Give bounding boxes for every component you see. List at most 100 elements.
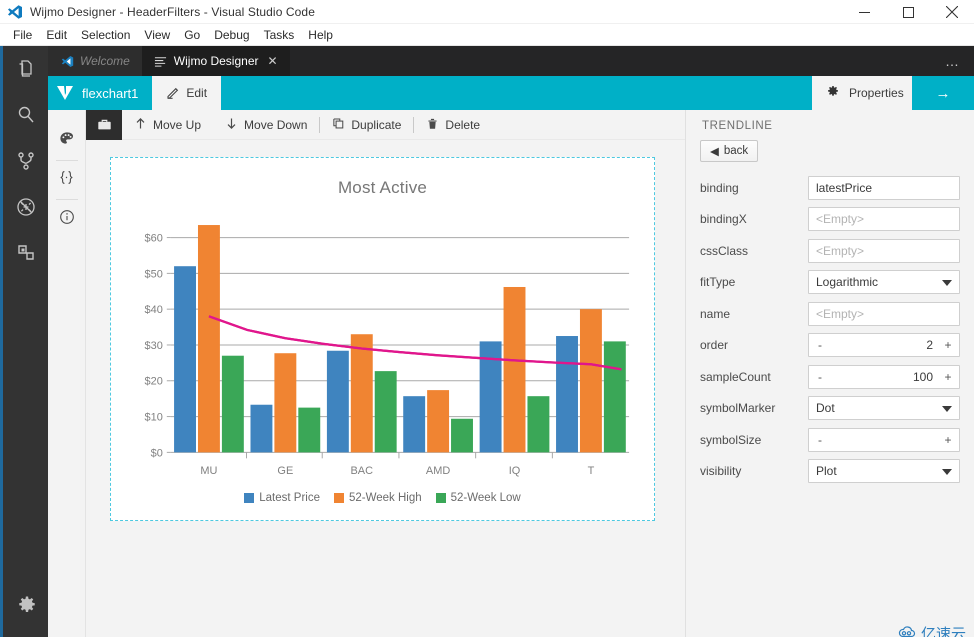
- debug-no-icon: [15, 196, 37, 218]
- designer-toolbar: Move Up Move Down Duplicate Delete: [86, 109, 685, 140]
- property-value: Plot: [808, 459, 960, 484]
- tab-welcome[interactable]: Welcome: [48, 46, 142, 76]
- visibility-select[interactable]: Plot: [808, 459, 960, 484]
- flexchart[interactable]: Most Active $60 $50 $40 $30 $20 $10 $0 L…: [113, 160, 652, 518]
- activity-item-source-control[interactable]: [3, 138, 48, 184]
- legend-label: 52-Week High: [348, 492, 422, 504]
- menu-item-selection[interactable]: Selection: [74, 26, 137, 44]
- svg-text:$50: $50: [145, 268, 163, 280]
- chevron-down-icon: [942, 469, 952, 476]
- chevron-down-icon: [942, 406, 952, 413]
- menu-item-tasks[interactable]: Tasks: [257, 26, 302, 44]
- menu-item-edit[interactable]: Edit: [39, 26, 74, 44]
- gear-icon: [16, 595, 38, 622]
- legend-item[interactable]: 52-Week High: [333, 492, 422, 504]
- increment-button[interactable]: +: [937, 370, 959, 384]
- menu-item-file[interactable]: File: [6, 26, 39, 44]
- copy-icon: [332, 117, 345, 133]
- legend-swatch: [244, 493, 255, 503]
- symbolsize-stepper[interactable]: - +: [808, 427, 960, 452]
- edit-label: Edit: [186, 86, 208, 100]
- activity-item-extensions[interactable]: [3, 230, 48, 276]
- decrement-button[interactable]: -: [809, 370, 831, 384]
- menu-item-debug[interactable]: Debug: [207, 26, 256, 44]
- sidebar-item-code[interactable]: [48, 161, 86, 199]
- list-icon: [154, 54, 168, 68]
- name-input[interactable]: <Empty>: [808, 301, 960, 326]
- increment-button[interactable]: +: [937, 433, 959, 447]
- order-stepper[interactable]: - 2 +: [808, 333, 960, 358]
- move-down-button[interactable]: Move Down: [213, 110, 319, 140]
- bar: [556, 336, 578, 453]
- minimize-button[interactable]: [842, 0, 886, 24]
- tab-label: Wijmo Designer: [173, 54, 259, 68]
- y-axis-labels: $60 $50 $40 $30 $20 $10 $0: [145, 233, 163, 460]
- duplicate-button[interactable]: Duplicate: [320, 110, 413, 140]
- collapse-panel-button[interactable]: →: [912, 76, 974, 110]
- menu-item-help[interactable]: Help: [301, 26, 340, 44]
- property-key: cssClass: [700, 243, 749, 258]
- duplicate-label: Duplicate: [351, 117, 402, 132]
- cloud-icon: [897, 625, 917, 637]
- legend-label: Latest Price: [259, 492, 320, 504]
- property-row-symbolmarker: symbolMarker Dot: [700, 393, 960, 425]
- title-bar: Wijmo Designer - HeaderFilters - Visual …: [0, 0, 974, 24]
- header-spacer: [221, 76, 812, 110]
- decrement-button[interactable]: -: [809, 338, 831, 352]
- property-key: sampleCount: [700, 369, 771, 384]
- extensions-icon: [15, 242, 37, 264]
- tab-wijmo-designer[interactable]: Wijmo Designer ✕: [141, 46, 290, 76]
- fittype-select[interactable]: Logarithmic: [808, 270, 960, 295]
- menu-item-view[interactable]: View: [137, 26, 177, 44]
- pencil-icon: [166, 85, 180, 102]
- activity-item-search[interactable]: [3, 92, 48, 138]
- activity-item-explorer[interactable]: [3, 46, 48, 92]
- close-icon[interactable]: ✕: [267, 55, 277, 67]
- legend-item[interactable]: Latest Price: [244, 492, 320, 504]
- wijmo-logo-icon: [48, 76, 82, 110]
- chart-plot: $60 $50 $40 $30 $20 $10 $0: [145, 225, 630, 460]
- bar: [527, 396, 550, 453]
- window-controls: [842, 0, 974, 24]
- cssclass-input[interactable]: <Empty>: [808, 238, 960, 263]
- info-icon: [59, 209, 75, 230]
- back-button[interactable]: ◀ back: [700, 140, 759, 162]
- chart-selection-frame[interactable]: Most Active $60 $50 $40 $30 $20 $10 $0 L…: [110, 157, 655, 521]
- menu-item-go[interactable]: Go: [177, 26, 207, 44]
- tab-more-actions[interactable]: …: [931, 46, 974, 76]
- sidebar-item-theme[interactable]: [48, 122, 86, 160]
- activity-item-settings[interactable]: [3, 585, 51, 631]
- property-value: <Empty>: [808, 238, 960, 263]
- samplecount-stepper[interactable]: - 100 +: [808, 364, 960, 389]
- increment-button[interactable]: +: [937, 338, 959, 352]
- chart-legend: Latest Price 52-Week High 52-Week Low: [113, 492, 652, 504]
- delete-button[interactable]: Delete: [414, 110, 492, 140]
- legend-label: 52-Week Low: [450, 492, 521, 504]
- property-value: <Empty>: [808, 301, 960, 326]
- bindingx-input[interactable]: <Empty>: [808, 207, 960, 232]
- move-down-label: Move Down: [244, 117, 308, 132]
- bar: [298, 407, 321, 453]
- maximize-button[interactable]: [886, 0, 930, 24]
- window-title: Wijmo Designer - HeaderFilters - Visual …: [30, 4, 315, 19]
- legend-swatch: [333, 493, 344, 503]
- properties-button[interactable]: Properties: [812, 76, 912, 110]
- files-explorer-icon: [15, 58, 37, 80]
- close-button[interactable]: [930, 0, 974, 24]
- symbolmarker-select[interactable]: Dot: [808, 396, 960, 421]
- legend-item[interactable]: 52-Week Low: [435, 492, 521, 504]
- symbolmarker-value: Dot: [816, 401, 835, 416]
- sidebar-item-about[interactable]: [48, 200, 86, 238]
- briefcase-icon[interactable]: [86, 109, 122, 140]
- move-up-button[interactable]: Move Up: [122, 110, 213, 140]
- bar: [326, 350, 349, 453]
- bar: [350, 334, 373, 453]
- activity-item-debug[interactable]: [3, 184, 48, 230]
- svg-text:$30: $30: [145, 340, 163, 352]
- edit-button[interactable]: Edit: [152, 76, 222, 110]
- bar: [427, 390, 450, 453]
- chevron-left-icon: ◀: [710, 146, 719, 158]
- property-key: visibility: [700, 464, 742, 479]
- binding-input[interactable]: latestPrice: [808, 175, 960, 200]
- decrement-button[interactable]: -: [809, 433, 831, 447]
